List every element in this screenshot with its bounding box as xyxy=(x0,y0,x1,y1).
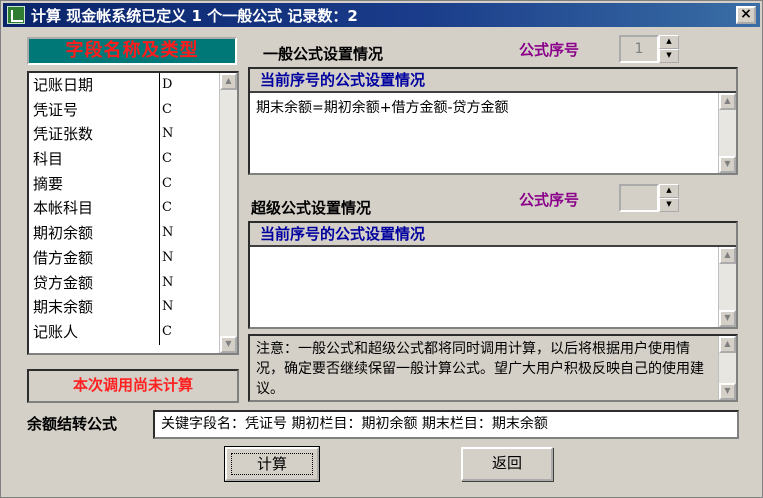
calc-dialog: 计算 现金帐系统已定义 1 个一般公式 记录数：2 × 字段名称及类型 记账日期… xyxy=(0,0,763,498)
general-panel-scrollbar[interactable]: ▲ ▼ xyxy=(718,93,736,173)
field-list-item[interactable]: 摘要 C xyxy=(29,171,237,197)
general-seq-input[interactable]: 1 xyxy=(619,35,659,63)
field-name: 记账日期 xyxy=(33,76,94,94)
field-name: 科目 xyxy=(33,150,64,169)
note-scrollbar[interactable]: ▲ ▼ xyxy=(718,336,736,400)
general-seq-up-icon[interactable]: ▲ xyxy=(659,35,679,49)
balance-formula-field[interactable]: 关键字段名：凭证号 期初栏目：期初余额 期末栏目：期末余额 xyxy=(153,410,739,439)
calc-button[interactable]: 计算 xyxy=(224,446,320,482)
general-panel-title: 当前序号的公式设置情况 xyxy=(250,69,736,93)
field-name: 期末余额 xyxy=(33,298,94,317)
field-type: N xyxy=(159,270,203,296)
field-list-item[interactable]: 凭证张数 N xyxy=(29,122,237,148)
app-icon xyxy=(7,6,25,24)
general-seq-spinner[interactable]: 1 ▲ ▼ xyxy=(619,35,679,63)
scroll-up-icon[interactable]: ▲ xyxy=(719,336,736,353)
super-formula-title: 超级公式设置情况 xyxy=(251,199,372,217)
field-list-item[interactable]: 凭证号 C xyxy=(29,97,237,123)
field-list-header: 字段名称及类型 xyxy=(27,37,237,65)
general-formula-panel: 当前序号的公式设置情况 期末余额=期初余额+借方金额-贷方金额 ▲ ▼ xyxy=(248,67,738,175)
field-list-item[interactable]: 期初余额 N xyxy=(29,221,237,246)
field-type: D xyxy=(159,73,203,98)
field-type: C xyxy=(159,97,203,123)
field-list-item[interactable]: 贷方金额 N xyxy=(29,270,237,296)
general-seq-down-icon[interactable]: ▼ xyxy=(659,49,679,63)
super-seq-up-icon[interactable]: ▲ xyxy=(659,184,679,198)
scroll-down-icon[interactable]: ▼ xyxy=(220,336,237,353)
super-seq-label: 公式序号 xyxy=(519,191,580,209)
scroll-up-icon[interactable]: ▲ xyxy=(719,93,736,110)
scroll-up-icon[interactable]: ▲ xyxy=(719,247,736,264)
window-title: 计算 现金帐系统已定义 1 个一般公式 记录数：2 xyxy=(31,7,358,25)
note-text: 注意：一般公式和超级公式都将同时调用计算，以后将根据用户使用情况，确定要否继续保… xyxy=(256,341,704,397)
field-type: N xyxy=(159,245,203,271)
field-name: 贷方金额 xyxy=(33,273,94,292)
field-list-item[interactable]: 本帐科目 C xyxy=(29,196,237,222)
general-formula-title: 一般公式设置情况 xyxy=(263,45,384,63)
field-list-item[interactable]: 借方金额 N xyxy=(29,245,237,271)
field-type: N xyxy=(159,122,203,148)
calc-button-label: 计算 xyxy=(231,453,313,475)
scroll-up-icon[interactable]: ▲ xyxy=(220,73,237,90)
general-formula-text[interactable]: 期末余额=期初余额+借方金额-贷方金额 xyxy=(250,93,718,173)
field-rows: 记账日期 D 凭证号 C 凭证张数 N 科目 C 摘要 C 本帐科目 C 期初余额 N 借方金额 N 贷方金额 N… xyxy=(29,73,237,345)
scroll-down-icon[interactable]: ▼ xyxy=(719,383,736,400)
field-type: C xyxy=(159,196,203,222)
field-name: 本帐科目 xyxy=(33,199,94,218)
back-button[interactable]: 返回 xyxy=(461,447,553,481)
field-type: C xyxy=(159,319,203,345)
note-box: 注意：一般公式和超级公式都将同时调用计算，以后将根据用户使用情况，确定要否继续保… xyxy=(248,334,738,402)
scroll-down-icon[interactable]: ▼ xyxy=(719,156,736,173)
field-name: 期初余额 xyxy=(33,224,94,243)
field-list-item[interactable]: 记账人 C xyxy=(29,319,237,345)
super-seq-input[interactable] xyxy=(619,184,659,212)
field-list-item[interactable]: 记账日期 D xyxy=(29,73,237,98)
close-button[interactable]: × xyxy=(736,6,756,24)
scroll-down-icon[interactable]: ▼ xyxy=(719,310,736,327)
field-list-scrollbar[interactable]: ▲ ▼ xyxy=(219,73,237,353)
super-panel-scrollbar[interactable]: ▲ ▼ xyxy=(718,247,736,327)
super-formula-panel: 当前序号的公式设置情况 ▲ ▼ xyxy=(248,221,738,329)
super-seq-down-icon[interactable]: ▼ xyxy=(659,198,679,212)
calc-status: 本次调用尚未计算 xyxy=(27,369,239,403)
field-type: N xyxy=(159,221,203,246)
super-formula-text[interactable] xyxy=(250,247,718,327)
field-type: C xyxy=(159,171,203,197)
field-name: 凭证号 xyxy=(33,100,79,119)
field-name: 摘要 xyxy=(33,174,64,193)
balance-formula-label: 余额结转公式 xyxy=(27,415,118,433)
title-bar[interactable]: 计算 现金帐系统已定义 1 个一般公式 记录数：2 × xyxy=(3,3,760,27)
field-name: 凭证张数 xyxy=(33,125,94,144)
field-type: N xyxy=(159,295,203,320)
field-list-item[interactable]: 科目 C xyxy=(29,147,237,172)
field-type: C xyxy=(159,147,203,172)
field-list-item[interactable]: 期末余额 N xyxy=(29,295,237,320)
field-list[interactable]: 记账日期 D 凭证号 C 凭证张数 N 科目 C 摘要 C 本帐科目 C 期初余额 N 借方金额 N 贷方金额 N… xyxy=(27,71,239,355)
field-name: 记账人 xyxy=(33,322,79,341)
general-seq-label: 公式序号 xyxy=(519,41,580,59)
super-panel-title: 当前序号的公式设置情况 xyxy=(250,223,736,247)
field-name: 借方金额 xyxy=(33,248,94,267)
super-seq-spinner[interactable]: ▲ ▼ xyxy=(619,184,679,212)
